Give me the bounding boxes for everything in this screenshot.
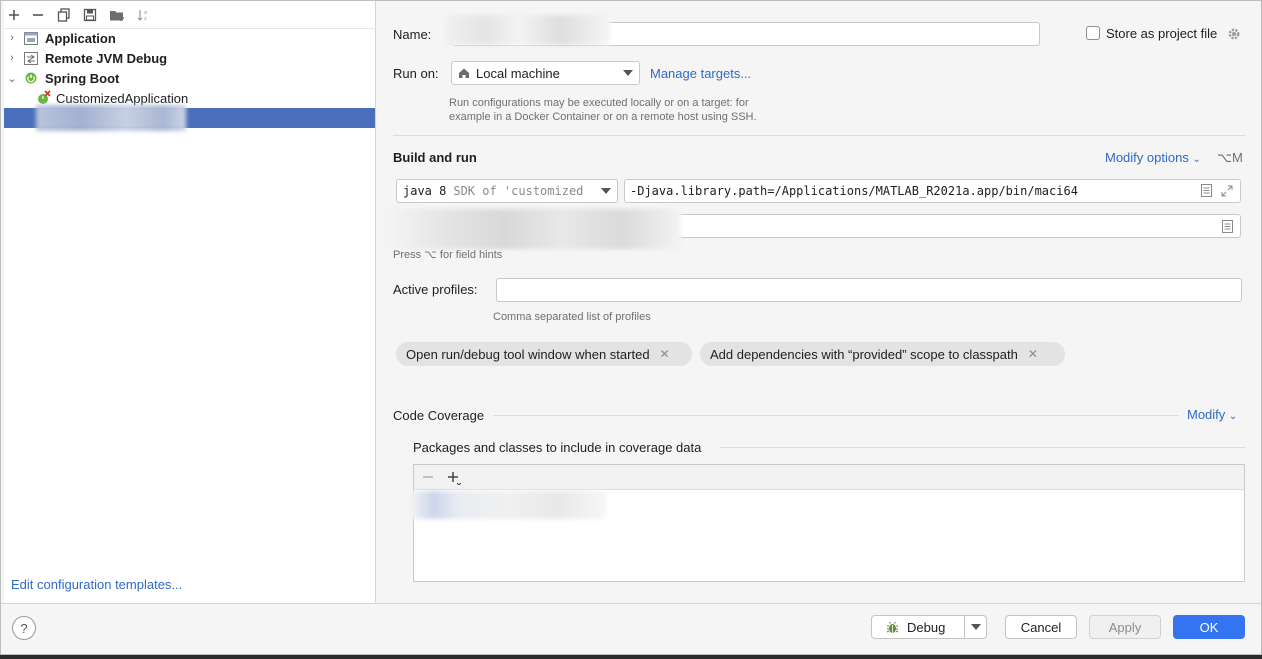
vm-options-input[interactable]: -Djava.library.path=/Applications/MATLAB… <box>624 179 1241 203</box>
redacted-config-name <box>36 105 186 131</box>
build-and-run-title: Build and run <box>393 150 477 165</box>
document-icon[interactable] <box>1201 184 1212 200</box>
modify-options-link[interactable]: Modify options ⌄ <box>1105 150 1201 165</box>
remove-icon[interactable] <box>422 471 434 486</box>
ok-button[interactable]: OK <box>1173 615 1245 639</box>
packages-label: Packages and classes to include in cover… <box>413 440 702 455</box>
dropdown-caret-icon <box>970 624 981 630</box>
name-label: Name: <box>393 27 432 42</box>
remote-debug-icon <box>23 50 39 66</box>
redacted-name-value <box>445 15 610 45</box>
dropdown-caret-icon <box>601 188 611 194</box>
chevron-right-icon[interactable]: › <box>7 32 17 44</box>
run-debug-configurations-dialog: az › Application › Remote JVM Debug ⌄ Sp… <box>0 0 1262 655</box>
redacted-main-class <box>385 209 681 249</box>
sort-icon[interactable]: az <box>134 6 152 24</box>
configurations-toolbar: az <box>4 1 376 29</box>
run-on-select[interactable]: Local machine <box>451 61 640 85</box>
modify-options-label: Modify options <box>1105 150 1189 165</box>
remove-icon[interactable] <box>29 6 47 24</box>
separator <box>393 135 1245 136</box>
new-folder-icon[interactable] <box>108 6 126 24</box>
modify-options-shortcut: ⌥M <box>1217 150 1243 165</box>
cancel-button[interactable]: Cancel <box>1005 615 1077 639</box>
coverage-toolbar <box>414 465 1244 490</box>
vm-options-value: -Djava.library.path=/Applications/MATLAB… <box>630 184 1078 198</box>
separator <box>720 447 1245 448</box>
help-button[interactable]: ? <box>12 616 36 640</box>
chevron-down-icon[interactable]: ⌄ <box>7 72 17 85</box>
chip-label: Open run/debug tool window when started <box>406 346 650 362</box>
svg-text:z: z <box>144 16 147 22</box>
configuration-editor: Name: Store as project file Run on: Loca… <box>377 1 1261 603</box>
tree-item-remote-jvm-debug[interactable]: › Remote JVM Debug <box>4 48 375 68</box>
debug-button[interactable]: Debug <box>871 615 965 639</box>
run-on-value: Local machine <box>476 65 560 81</box>
gear-icon[interactable] <box>1227 27 1241 44</box>
run-on-hint-line-2: example in a Docker Container or on a re… <box>449 111 757 123</box>
close-icon[interactable]: ✕ <box>1028 347 1038 361</box>
add-icon[interactable] <box>5 6 23 24</box>
spring-boot-icon <box>23 70 39 86</box>
active-profiles-label: Active profiles: <box>393 282 478 297</box>
save-icon[interactable] <box>81 6 99 24</box>
debug-dropdown-button[interactable] <box>964 615 987 639</box>
home-icon <box>458 67 470 79</box>
jre-select[interactable]: java 8 SDK of 'customized <box>396 179 618 203</box>
bug-icon <box>886 621 899 634</box>
coverage-packages-list[interactable] <box>410 464 1245 582</box>
field-hints-text: Press ⌥ for field hints <box>393 249 503 261</box>
redacted-package-entry <box>410 491 606 519</box>
add-icon[interactable] <box>447 471 462 488</box>
option-chip-open-tool-window[interactable]: Open run/debug tool window when started … <box>396 342 692 366</box>
edit-configuration-templates-link[interactable]: Edit configuration templates... <box>11 577 182 592</box>
tree-item-spring-boot[interactable]: ⌄ Spring Boot <box>4 68 375 88</box>
chevron-down-icon: ⌄ <box>1192 154 1201 165</box>
copy-icon[interactable] <box>55 6 73 24</box>
chip-label: Add dependencies with “provided” scope t… <box>710 346 1018 362</box>
spring-boot-error-icon <box>36 90 52 106</box>
dialog-button-bar: ? Debug Cancel Apply OK <box>1 603 1261 653</box>
coverage-modify-link[interactable]: Modify ⌄ <box>1187 407 1237 422</box>
modify-label: Modify <box>1187 407 1226 422</box>
option-chip-provided-scope[interactable]: Add dependencies with “provided” scope t… <box>700 342 1065 366</box>
expand-icon[interactable] <box>1221 185 1233 200</box>
run-on-label: Run on: <box>393 66 439 81</box>
jre-value: java 8 <box>403 184 447 198</box>
tree-item-label: CustomizedApplication <box>56 90 189 106</box>
separator <box>493 415 1179 416</box>
active-profiles-input[interactable] <box>496 278 1242 302</box>
manage-targets-link[interactable]: Manage targets... <box>650 66 751 81</box>
chevron-down-icon: ⌄ <box>1228 411 1238 422</box>
active-profiles-hint: Comma separated list of profiles <box>493 311 651 323</box>
close-icon[interactable]: ✕ <box>660 347 670 361</box>
document-icon[interactable] <box>1222 220 1233 236</box>
configurations-panel: az › Application › Remote JVM Debug ⌄ Sp… <box>4 1 376 603</box>
tree-item-selected[interactable] <box>4 105 375 131</box>
tree-item-label: Remote JVM Debug <box>45 50 168 66</box>
jre-sub: SDK of 'customized <box>453 184 584 198</box>
store-as-project-label: Store as project file <box>1106 26 1218 41</box>
tree-item-label: Spring Boot <box>45 70 120 86</box>
store-as-project-checkbox[interactable] <box>1086 26 1100 40</box>
tree-item-label: Application <box>45 30 116 46</box>
code-coverage-title: Code Coverage <box>393 408 485 423</box>
run-on-hint-line-1: Run configurations may be executed local… <box>449 97 749 109</box>
chevron-right-icon[interactable]: › <box>7 52 17 64</box>
tree-item-application[interactable]: › Application <box>4 28 375 48</box>
application-icon <box>23 30 39 46</box>
apply-button[interactable]: Apply <box>1089 615 1161 639</box>
debug-label: Debug <box>907 619 946 635</box>
dropdown-caret-icon <box>623 70 633 76</box>
